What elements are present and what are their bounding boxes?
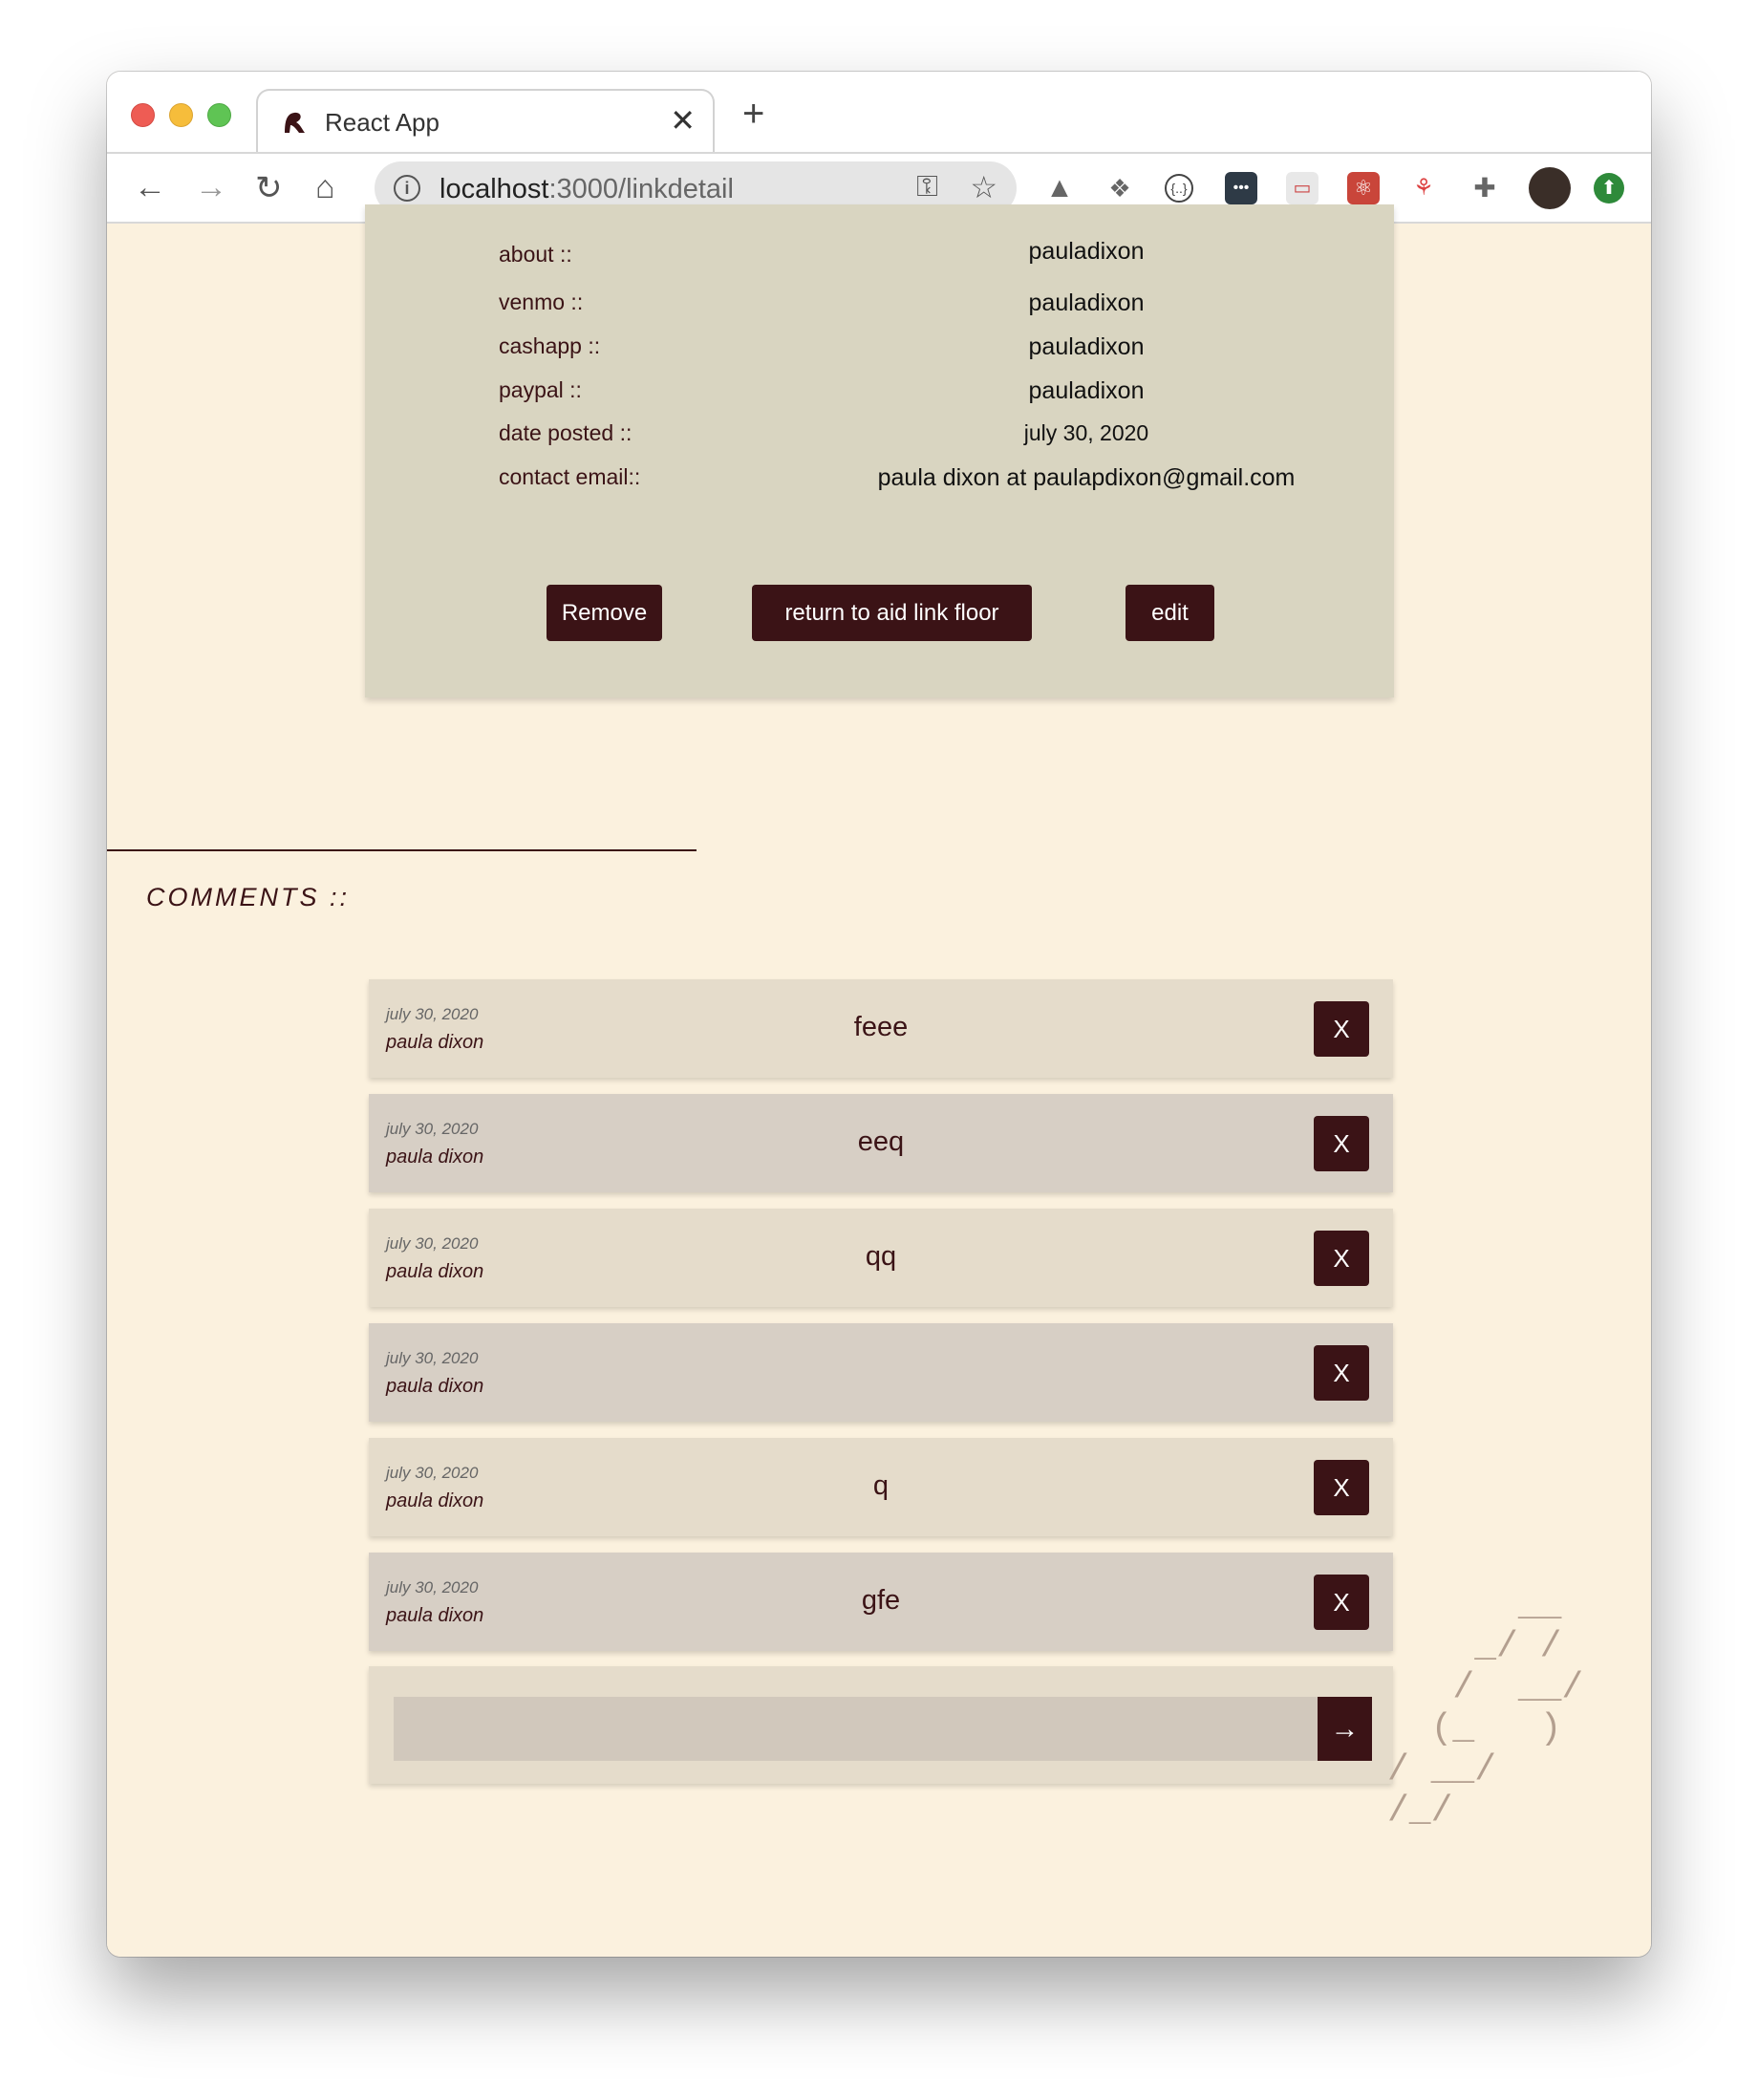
comment-item: july 30, 2020 paula dixon X [369, 1323, 1393, 1422]
comment-text: gfe [861, 1585, 901, 1616]
comment-item: july 30, 2020 paula dixon feee X [369, 979, 1393, 1078]
detail-value: paula dixon at paulapdixon@gmail.com [877, 464, 1296, 491]
forward-arrow-icon[interactable]: → [195, 169, 227, 206]
comment-date: july 30, 2020 [386, 1464, 479, 1482]
comment-date: july 30, 2020 [386, 1005, 479, 1023]
comment-text: q [872, 1470, 890, 1501]
delete-comment-button[interactable]: X [1314, 1345, 1369, 1401]
comment-author: paula dixon [386, 1261, 484, 1282]
json-viewer-icon[interactable]: {..} [1165, 174, 1193, 203]
google-drive-icon[interactable]: ▲ [1043, 172, 1076, 204]
detail-value: pauladixon [1028, 238, 1145, 265]
comment-text: feee [853, 1012, 909, 1042]
edit-button[interactable]: edit [1126, 585, 1214, 641]
key-icon[interactable]: ⚿ [916, 171, 938, 204]
detail-label: cashapp :: [499, 333, 601, 358]
site-info-icon[interactable]: i [394, 175, 420, 202]
comment-author: paula dixon [386, 1376, 484, 1397]
comments-heading: COMMENTS :: [146, 883, 350, 911]
home-icon[interactable]: ⌂ [315, 169, 335, 206]
comment-item: july 30, 2020 paula dixon gfe X [369, 1553, 1393, 1651]
detail-row-venmo: venmo :: pauladixon [365, 289, 1394, 328]
extensions-puzzle-icon[interactable]: ✚ [1469, 172, 1501, 204]
delete-comment-button[interactable]: X [1314, 1231, 1369, 1286]
redux-devtools-icon[interactable]: ⚘ [1407, 172, 1440, 204]
dropbox-icon[interactable]: ❖ [1104, 172, 1136, 204]
comment-author: paula dixon [386, 1605, 484, 1626]
comment-date: july 30, 2020 [386, 1234, 479, 1253]
comment-author: paula dixon [386, 1032, 484, 1053]
comment-author: paula dixon [386, 1490, 484, 1511]
tab-close-icon[interactable]: ✕ [670, 102, 696, 139]
page-content: about :: pauladixon venmo :: pauladixon … [107, 204, 1651, 1957]
reload-icon[interactable]: ↻ [255, 169, 283, 207]
detail-label: about :: [499, 242, 572, 267]
comment-form: → [369, 1666, 1393, 1784]
detail-row-cashapp: cashapp :: pauladixon [365, 333, 1394, 372]
comment-author: paula dixon [386, 1146, 484, 1168]
submit-comment-button[interactable]: → [1318, 1697, 1372, 1761]
browser-window: React App ✕ + ← → ↻ ⌂ i localhost:3000/l… [107, 72, 1651, 1957]
detail-label: date posted :: [499, 420, 632, 445]
section-divider [107, 849, 697, 851]
link-detail-card: about :: pauladixon venmo :: pauladixon … [365, 204, 1394, 697]
comment-item: july 30, 2020 paula dixon eeq X [369, 1094, 1393, 1192]
profile-avatar[interactable] [1529, 167, 1571, 209]
new-tab-button[interactable]: + [742, 93, 764, 136]
detail-value: pauladixon [1028, 333, 1145, 360]
tab-bar: React App ✕ + [107, 72, 1651, 154]
password-manager-icon[interactable]: ••• [1225, 172, 1257, 204]
tab-react-app[interactable]: React App ✕ [256, 89, 715, 154]
delete-comment-button[interactable]: X [1314, 1575, 1369, 1630]
delete-comment-button[interactable]: X [1314, 1001, 1369, 1057]
detail-row-paypal: paypal :: pauladixon [365, 377, 1394, 416]
minimize-window-button[interactable] [169, 103, 193, 127]
detail-row-date-posted: date posted :: july 30, 2020 [365, 420, 1394, 459]
remove-button[interactable]: Remove [547, 585, 662, 641]
decorative-ascii-art: __ _/ / / __/ (_ ) / __/ /_/ [1387, 1585, 1584, 1832]
bookmark-star-icon[interactable]: ☆ [970, 169, 997, 205]
detail-label: paypal :: [499, 377, 582, 402]
detail-row-about: about :: pauladixon [365, 238, 1394, 276]
close-window-button[interactable] [131, 103, 155, 127]
comment-date: july 30, 2020 [386, 1120, 479, 1138]
maximize-window-button[interactable] [207, 103, 231, 127]
detail-label: venmo :: [499, 289, 584, 314]
detail-label: contact email:: [499, 464, 641, 489]
comment-item: july 30, 2020 paula dixon q X [369, 1438, 1393, 1536]
comment-text: eeq [857, 1126, 905, 1157]
react-app-favicon-icon [285, 112, 305, 133]
comment-input[interactable] [394, 1697, 1318, 1761]
delete-comment-button[interactable]: X [1314, 1116, 1369, 1171]
detail-row-contact-email: contact email:: paula dixon at paulapdix… [365, 464, 1394, 503]
window-resizer-icon[interactable]: ▭ [1286, 172, 1318, 204]
detail-value: pauladixon [1028, 377, 1145, 404]
comment-item: july 30, 2020 paula dixon qq X [369, 1209, 1393, 1307]
detail-value: july 30, 2020 [1023, 420, 1149, 445]
delete-comment-button[interactable]: X [1314, 1460, 1369, 1515]
detail-value: pauladixon [1028, 289, 1145, 316]
return-to-aid-link-floor-button[interactable]: return to aid link floor [752, 585, 1032, 641]
url-text: localhost:3000/linkdetail [440, 174, 734, 204]
tab-title: React App [325, 108, 440, 137]
comment-date: july 30, 2020 [386, 1578, 479, 1596]
comment-date: july 30, 2020 [386, 1349, 479, 1367]
react-devtools-icon[interactable]: ⚛ [1347, 172, 1380, 204]
back-arrow-icon[interactable]: ← [134, 169, 166, 206]
update-arrow-icon[interactable]: ⬆ [1594, 173, 1624, 204]
comment-text: qq [865, 1241, 897, 1272]
